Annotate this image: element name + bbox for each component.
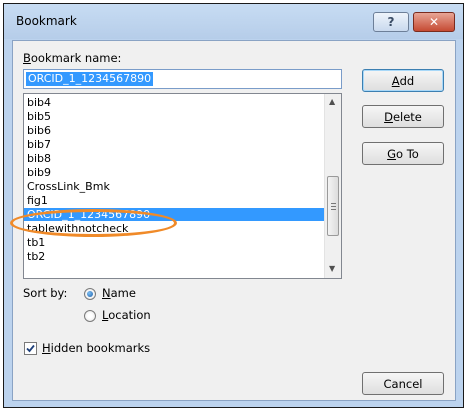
- title-bar[interactable]: Bookmark ? ✕: [4, 4, 463, 39]
- sort-by-label: Sort by:: [23, 286, 68, 300]
- list-item[interactable]: tb2: [27, 250, 45, 263]
- cancel-button[interactable]: Cancel: [362, 372, 444, 395]
- list-item[interactable]: bib9: [27, 166, 51, 179]
- sort-location-label[interactable]: Location: [102, 308, 151, 322]
- list-item[interactable]: bib5: [27, 110, 51, 123]
- list-item[interactable]: fig1: [27, 194, 48, 207]
- close-icon: ✕: [428, 15, 440, 29]
- bookmark-name-label: Bookmark name:: [23, 51, 122, 65]
- list-item[interactable]: ORCID_1_1234567890: [24, 208, 326, 221]
- bookmark-list[interactable]: bib4 bib5 bib6 bib7 bib8 bib9 CrossLink_Bmk fig…: [23, 93, 342, 279]
- list-item[interactable]: bib7: [27, 138, 51, 151]
- bookmark-name-input[interactable]: ORCID_1_1234567890: [23, 69, 342, 89]
- sort-name-radio[interactable]: [84, 288, 96, 300]
- scroll-down-arrow-icon[interactable]: ▼: [329, 264, 335, 273]
- list-item[interactable]: bib8: [27, 152, 51, 165]
- delete-button[interactable]: Delete: [362, 105, 444, 128]
- list-item[interactable]: bib4: [27, 96, 51, 109]
- checkmark-icon: [26, 344, 35, 353]
- sort-location-radio[interactable]: [84, 310, 96, 322]
- hidden-bookmarks-label[interactable]: Hidden bookmarks: [42, 341, 150, 355]
- dialog-title: Bookmark: [16, 14, 77, 28]
- list-item[interactable]: tablewithnotcheck: [27, 222, 128, 235]
- sort-name-label[interactable]: Name: [102, 286, 136, 300]
- list-scrollbar[interactable]: ▲ ▼: [324, 94, 341, 278]
- close-button[interactable]: ✕: [413, 12, 455, 32]
- bookmark-name-value: ORCID_1_1234567890: [26, 72, 154, 86]
- help-button[interactable]: ?: [373, 12, 409, 32]
- scroll-thumb[interactable]: [327, 176, 339, 236]
- help-icon: ?: [387, 15, 395, 29]
- list-item[interactable]: tb1: [27, 236, 45, 249]
- go-to-button[interactable]: Go To: [362, 142, 444, 165]
- hidden-bookmarks-checkbox[interactable]: [24, 342, 37, 355]
- list-item[interactable]: CrossLink_Bmk: [27, 180, 110, 193]
- scroll-up-arrow-icon[interactable]: ▲: [329, 97, 335, 106]
- list-item[interactable]: bib6: [27, 124, 51, 137]
- add-button[interactable]: Add: [362, 69, 444, 92]
